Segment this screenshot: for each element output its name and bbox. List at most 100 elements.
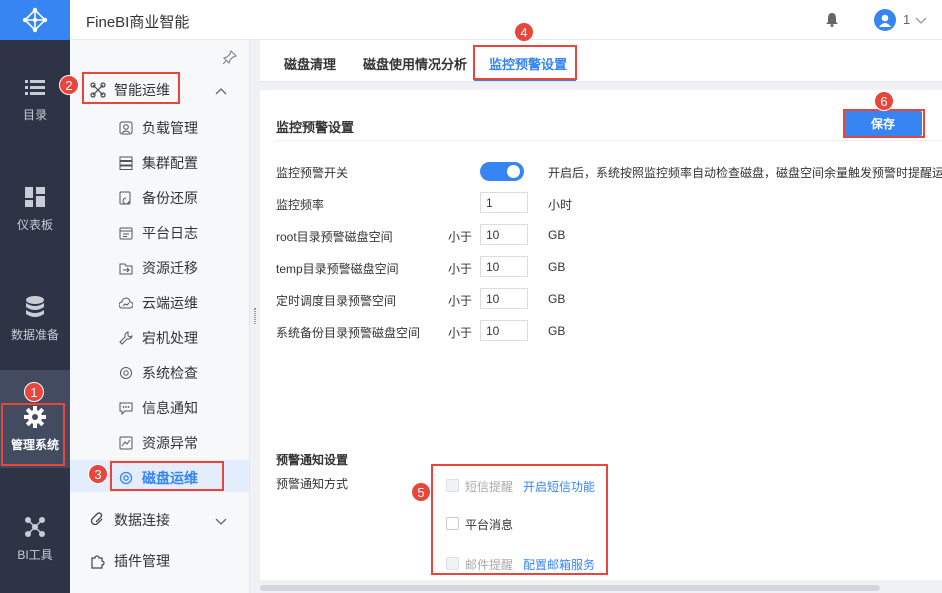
plugin-icon bbox=[90, 553, 106, 569]
server-icon bbox=[118, 155, 134, 171]
highlight-box-notify bbox=[431, 464, 608, 575]
sidebar-item-cluster[interactable]: 集群配置 bbox=[118, 153, 198, 173]
step-marker-5: 5 bbox=[411, 482, 431, 502]
sidebar-item-data-connection[interactable]: 数据连接 bbox=[90, 510, 170, 530]
step-marker-6: 6 bbox=[874, 91, 894, 111]
sidebar-item-migration[interactable]: 资源迁移 bbox=[118, 258, 198, 278]
horizontal-scrollbar-track[interactable] bbox=[260, 583, 942, 593]
schedule-dir-label: 定时调度目录预警空间 bbox=[276, 294, 397, 308]
sidebar-item-label: 信息通知 bbox=[142, 400, 198, 416]
toggle-knob bbox=[507, 165, 520, 178]
root-dir-input[interactable]: 10 bbox=[480, 224, 528, 245]
highlight-box-tab bbox=[473, 45, 577, 80]
sidebar-item-system-check[interactable]: 系统检查 bbox=[118, 363, 198, 383]
sidebar-item-label: 宕机处理 bbox=[142, 330, 198, 346]
less-than-label: 小于 bbox=[448, 326, 473, 340]
sidebar-item-label: 数据连接 bbox=[114, 512, 170, 528]
section-divider bbox=[276, 140, 942, 141]
nav-label: BI工具 bbox=[17, 548, 53, 562]
message-icon bbox=[118, 400, 134, 416]
nav-label: 仪表板 bbox=[16, 218, 53, 232]
schedule-dir-input[interactable]: 10 bbox=[480, 288, 528, 309]
unit-gb: GB bbox=[548, 292, 566, 306]
sidebar-item-load[interactable]: 负载管理 bbox=[118, 118, 198, 138]
sidebar-item-label: 集群配置 bbox=[142, 155, 198, 171]
monitor-toggle[interactable] bbox=[480, 162, 524, 181]
highlight-box-save bbox=[843, 109, 925, 138]
sidebar-item-label: 云端运维 bbox=[142, 295, 198, 311]
sidebar-item-backup[interactable]: 备份还原 bbox=[118, 188, 198, 208]
backup-dir-input[interactable]: 10 bbox=[480, 320, 528, 341]
list-icon bbox=[25, 76, 45, 98]
section-title: 监控预警设置 bbox=[276, 120, 355, 135]
backup-dir-label: 系统备份目录预警磁盘空间 bbox=[276, 326, 421, 340]
sidebar-item-cloud-ops[interactable]: 云端运维 bbox=[118, 293, 198, 313]
link-icon bbox=[90, 512, 106, 528]
sidebar-item-label: 资源迁移 bbox=[142, 260, 198, 276]
notify-method-label: 预警通知方式 bbox=[276, 477, 349, 491]
sidebar-item-label: 备份还原 bbox=[142, 190, 198, 206]
less-than-label: 小于 bbox=[448, 262, 473, 276]
app-title: FineBI商业智能 bbox=[86, 14, 190, 31]
temp-dir-input[interactable]: 10 bbox=[480, 256, 528, 277]
admin-sidebar: 智能运维 负载管理 集群配置 备份还原 平台日志 资源迁移 云端运维 宕机处理 … bbox=[70, 40, 250, 593]
highlight-box-smart-ops bbox=[82, 72, 180, 104]
switch-label: 监控预警开关 bbox=[276, 166, 349, 180]
bi-tools-icon bbox=[24, 516, 46, 538]
nav-label: 数据准备 bbox=[10, 328, 59, 342]
avatar[interactable] bbox=[874, 9, 896, 31]
frequency-unit: 小时 bbox=[548, 198, 573, 212]
nav-data-prep[interactable]: 数据准备 bbox=[0, 260, 70, 360]
sidebar-item-plugins[interactable]: 插件管理 bbox=[90, 551, 170, 571]
top-bar: FineBI商业智能 1 bbox=[70, 0, 942, 40]
sidebar-item-label: 资源异常 bbox=[142, 435, 198, 451]
backup-icon bbox=[118, 190, 134, 206]
app-logo[interactable] bbox=[0, 0, 70, 40]
bell-icon[interactable] bbox=[826, 13, 838, 30]
switch-description: 开启后，系统按照监控频率自动检查磁盘，磁盘空间余量触发预警时提醒运 bbox=[548, 166, 942, 180]
sidebar-item-label: 负载管理 bbox=[142, 120, 198, 136]
resize-divider[interactable] bbox=[250, 40, 260, 593]
less-than-label: 小于 bbox=[448, 230, 473, 244]
sidebar-item-downtime[interactable]: 宕机处理 bbox=[118, 328, 198, 348]
step-marker-3: 3 bbox=[88, 464, 108, 484]
tab-disk-usage[interactable]: 磁盘使用情况分析 bbox=[363, 54, 467, 73]
tab-bar: 磁盘清理 磁盘使用情况分析 监控预警设置 bbox=[260, 40, 942, 82]
tab-disk-cleanup[interactable]: 磁盘清理 bbox=[284, 54, 336, 73]
frequency-input[interactable]: 1 bbox=[480, 192, 528, 213]
chevron-down-icon[interactable] bbox=[215, 514, 227, 529]
load-icon bbox=[118, 120, 134, 136]
sidebar-item-label: 插件管理 bbox=[114, 553, 170, 569]
highlight-box-admin bbox=[1, 403, 65, 466]
user-name[interactable]: 1 bbox=[903, 12, 910, 27]
less-than-label: 小于 bbox=[448, 294, 473, 308]
step-marker-2: 2 bbox=[59, 75, 79, 95]
dashboard-icon bbox=[25, 186, 45, 208]
step-marker-1: 1 bbox=[24, 382, 44, 402]
pin-icon[interactable] bbox=[222, 49, 238, 67]
chart-icon bbox=[118, 435, 134, 451]
nav-label: 目录 bbox=[22, 108, 47, 122]
sidebar-item-label: 平台日志 bbox=[142, 225, 198, 241]
sidebar-item-label: 系统检查 bbox=[142, 365, 198, 381]
sidebar-item-resource-anomaly[interactable]: 资源异常 bbox=[118, 433, 198, 453]
frequency-label: 监控频率 bbox=[276, 198, 325, 212]
migrate-icon bbox=[118, 260, 134, 276]
cloud-icon bbox=[118, 295, 134, 311]
nav-bi-tools[interactable]: BI工具 bbox=[0, 480, 70, 580]
root-dir-label: root目录预警磁盘空间 bbox=[276, 230, 393, 244]
database-icon bbox=[25, 296, 45, 318]
log-icon bbox=[118, 225, 134, 241]
notify-section-title: 预警通知设置 bbox=[276, 453, 349, 467]
drag-handle-icon[interactable] bbox=[254, 308, 256, 324]
chevron-up-icon[interactable] bbox=[215, 83, 227, 98]
sidebar-item-notify[interactable]: 信息通知 bbox=[118, 398, 198, 418]
nav-dashboard[interactable]: 仪表板 bbox=[0, 150, 70, 250]
wrench-icon bbox=[118, 330, 134, 346]
sidebar-item-logs[interactable]: 平台日志 bbox=[118, 223, 198, 243]
horizontal-scrollbar-thumb[interactable] bbox=[260, 585, 880, 591]
unit-gb: GB bbox=[548, 260, 566, 274]
chevron-down-icon[interactable] bbox=[915, 13, 927, 28]
logo-icon bbox=[22, 7, 48, 33]
highlight-box-disk-ops bbox=[110, 461, 224, 491]
